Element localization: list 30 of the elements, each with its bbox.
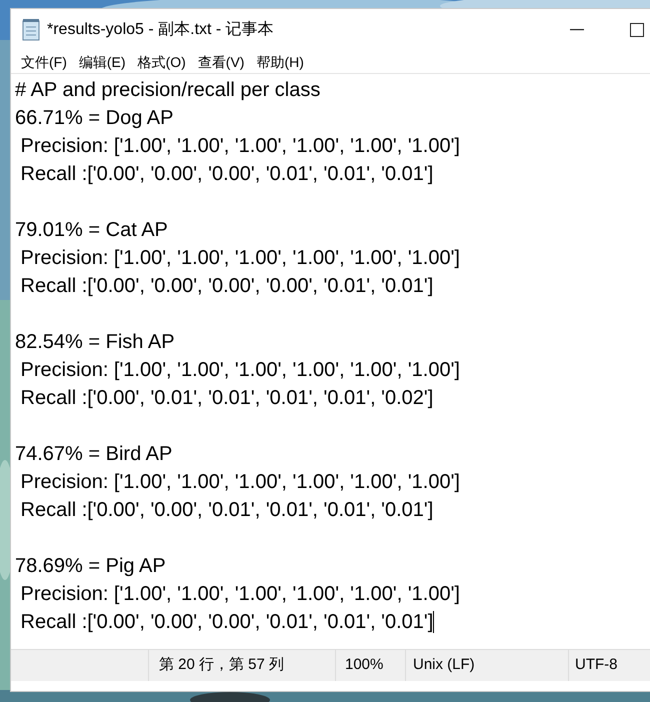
text-line: Precision: ['1.00', '1.00', '1.00', '1.00', '1.00', '1.00'] (20, 246, 460, 271)
menu-item[interactable]: 帮助(H) (251, 52, 309, 72)
text-line: 66.71% = Dog AP (15, 106, 174, 131)
text-cursor (433, 611, 434, 633)
zoom-level: 100% (345, 655, 384, 676)
text-line: Precision: ['1.00', '1.00', '1.00', '1.00', '1.00', '1.00'] (20, 582, 460, 607)
text-line: Recall :['0.00', '0.00', '0.00', '0.00', '0.01', '0.01'] (20, 274, 434, 299)
text-line: Precision: ['1.00', '1.00', '1.00', '1.00', '1.00', '1.00'] (20, 470, 460, 495)
text-line: Precision: ['1.00', '1.00', '1.00', '1.00', '1.00', '1.00'] (20, 358, 460, 383)
text-line: 82.54% = Fish AP (15, 330, 175, 355)
notepad-icon (21, 19, 41, 41)
menu-item[interactable]: 格式(O) (132, 52, 191, 72)
text-line: Recall :['0.00', '0.00', '0.00', '0.01', '0.01', '0.01'] (20, 162, 434, 187)
menu-item[interactable]: 文件(F) (16, 52, 72, 72)
line-ending: Unix (LF) (413, 655, 475, 676)
encoding: UTF-8 (575, 655, 618, 676)
minimize-icon[interactable] (570, 29, 584, 31)
cursor-position: 第 20 行，第 57 列 (159, 655, 284, 676)
text-line: Precision: ['1.00', '1.00', '1.00', '1.00', '1.00', '1.00'] (20, 134, 460, 159)
text-line: 78.69% = Pig AP (15, 554, 166, 579)
menu-item[interactable]: 查看(V) (192, 52, 250, 72)
window-title: *results-yolo5 - 副本.txt - 记事本 (47, 20, 274, 40)
text-line: Recall :['0.00', '0.01', '0.01', '0.01', '0.01', '0.02'] (20, 386, 434, 411)
text-line: 74.67% = Bird AP (15, 442, 172, 467)
menu-item[interactable]: 编辑(E) (74, 52, 131, 72)
text-line: 79.01% = Cat AP (15, 218, 168, 243)
text-line: Recall :['0.00', '0.00', '0.01', '0.01', '0.01', '0.01'] (20, 498, 434, 523)
maximize-icon[interactable] (630, 23, 644, 37)
text-line: # AP and precision/recall per class (15, 78, 320, 103)
text-line: Recall :['0.00', '0.00', '0.00', '0.01', '0.01', '0.01'] (20, 610, 434, 635)
